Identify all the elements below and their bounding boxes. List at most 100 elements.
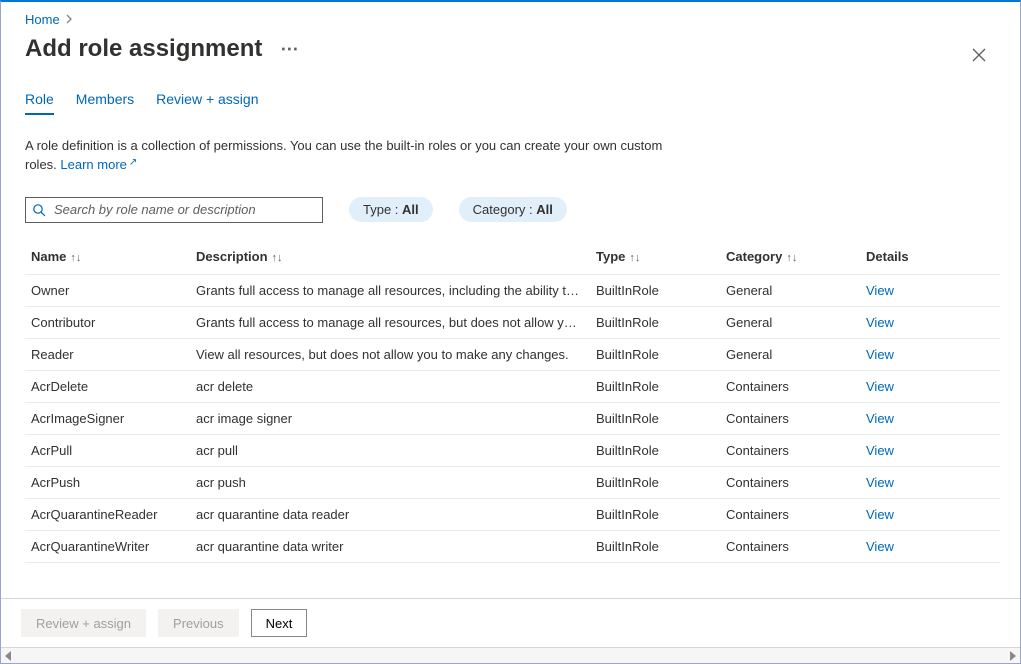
- cell-description: View all resources, but does not allow y…: [190, 338, 590, 370]
- page-header: Add role assignment ⋯: [25, 35, 1000, 63]
- chevron-right-icon: [66, 12, 73, 27]
- view-link[interactable]: View: [866, 507, 894, 522]
- type-filter-pill[interactable]: Type : All: [349, 197, 433, 222]
- cell-description: acr image signer: [190, 402, 590, 434]
- cell-category: Containers: [720, 402, 860, 434]
- cell-category: General: [720, 306, 860, 338]
- view-link[interactable]: View: [866, 443, 894, 458]
- breadcrumb-home[interactable]: Home: [25, 12, 60, 27]
- table-header-row: Name↑↓ Description↑↓ Type↑↓ Category↑↓ D…: [25, 241, 1000, 275]
- tabs: Role Members Review + assign: [25, 91, 1000, 115]
- cell-details: View: [860, 338, 1000, 370]
- horizontal-scrollbar[interactable]: [1, 647, 1020, 663]
- cell-description: acr quarantine data writer: [190, 530, 590, 562]
- column-header-description[interactable]: Description↑↓: [190, 241, 590, 275]
- sort-icon: ↑↓: [786, 252, 797, 264]
- cell-type: BuiltInRole: [590, 338, 720, 370]
- cell-type: BuiltInRole: [590, 530, 720, 562]
- category-filter-value: All: [536, 202, 553, 217]
- type-filter-label: Type :: [363, 202, 402, 217]
- more-icon[interactable]: ⋯: [280, 40, 299, 58]
- search-icon: [32, 203, 46, 217]
- roles-table: Name↑↓ Description↑↓ Type↑↓ Category↑↓ D…: [25, 241, 1000, 563]
- cell-description: acr delete: [190, 370, 590, 402]
- table-row[interactable]: AcrPushacr pushBuiltInRoleContainers View: [25, 466, 1000, 498]
- cell-category: Containers: [720, 466, 860, 498]
- cell-details: View: [860, 306, 1000, 338]
- view-link[interactable]: View: [866, 315, 894, 330]
- cell-type: BuiltInRole: [590, 498, 720, 530]
- cell-details: View: [860, 274, 1000, 306]
- cell-name: AcrDelete: [25, 370, 190, 402]
- close-icon[interactable]: [968, 44, 990, 66]
- cell-description: Grants full access to manage all resourc…: [190, 274, 590, 306]
- app-window: Home Add role assignment ⋯ Role Members Re…: [0, 0, 1021, 664]
- cell-name: AcrQuarantineWriter: [25, 530, 190, 562]
- table-row[interactable]: OwnerGrants full access to manage all re…: [25, 274, 1000, 306]
- sort-icon: ↑↓: [629, 252, 640, 264]
- cell-name: Contributor: [25, 306, 190, 338]
- cell-name: Reader: [25, 338, 190, 370]
- type-filter-value: All: [402, 202, 419, 217]
- column-header-category[interactable]: Category↑↓: [720, 241, 860, 275]
- external-link-icon: ↗: [129, 157, 137, 168]
- table-row[interactable]: AcrPullacr pullBuiltInRoleContainers View: [25, 434, 1000, 466]
- cell-type: BuiltInRole: [590, 434, 720, 466]
- cell-name: AcrPush: [25, 466, 190, 498]
- cell-name: AcrPull: [25, 434, 190, 466]
- table-row[interactable]: AcrDeleteacr deleteBuiltInRoleContainers…: [25, 370, 1000, 402]
- cell-category: Containers: [720, 530, 860, 562]
- view-link[interactable]: View: [866, 347, 894, 362]
- category-filter-label: Category :: [473, 202, 537, 217]
- cell-name: AcrQuarantineReader: [25, 498, 190, 530]
- cell-description: Grants full access to manage all resourc…: [190, 306, 590, 338]
- tab-members[interactable]: Members: [76, 91, 134, 115]
- view-link[interactable]: View: [866, 539, 894, 554]
- cell-details: View: [860, 466, 1000, 498]
- review-assign-button: Review + assign: [21, 609, 146, 637]
- view-link[interactable]: View: [866, 411, 894, 426]
- cell-category: General: [720, 338, 860, 370]
- cell-details: View: [860, 530, 1000, 562]
- cell-name: AcrImageSigner: [25, 402, 190, 434]
- previous-button: Previous: [158, 609, 239, 637]
- next-button[interactable]: Next: [251, 609, 308, 637]
- table-row[interactable]: AcrQuarantineWriteracr quarantine data w…: [25, 530, 1000, 562]
- learn-more-link[interactable]: Learn more↗: [60, 157, 137, 172]
- page-title-text: Add role assignment: [25, 35, 262, 63]
- page-description: A role definition is a collection of per…: [25, 137, 665, 175]
- search-input-wrapper[interactable]: [25, 197, 323, 223]
- table-row[interactable]: ContributorGrants full access to manage …: [25, 306, 1000, 338]
- view-link[interactable]: View: [866, 475, 894, 490]
- table-row[interactable]: AcrQuarantineReaderacr quarantine data r…: [25, 498, 1000, 530]
- tab-role[interactable]: Role: [25, 91, 54, 115]
- cell-type: BuiltInRole: [590, 466, 720, 498]
- page-title: Add role assignment ⋯: [25, 35, 299, 63]
- cell-description: acr pull: [190, 434, 590, 466]
- category-filter-pill[interactable]: Category : All: [459, 197, 567, 222]
- tab-review-assign[interactable]: Review + assign: [156, 91, 258, 115]
- cell-details: View: [860, 402, 1000, 434]
- main-scroll-area[interactable]: Home Add role assignment ⋯ Role Members Re…: [1, 2, 1020, 598]
- cell-details: View: [860, 370, 1000, 402]
- view-link[interactable]: View: [866, 283, 894, 298]
- table-row[interactable]: AcrImageSigneracr image signerBuiltInRol…: [25, 402, 1000, 434]
- cell-category: Containers: [720, 434, 860, 466]
- cell-category: Containers: [720, 370, 860, 402]
- column-header-name[interactable]: Name↑↓: [25, 241, 190, 275]
- cell-type: BuiltInRole: [590, 370, 720, 402]
- sort-icon: ↑↓: [70, 252, 81, 264]
- cell-description: acr push: [190, 466, 590, 498]
- filter-row: Type : All Category : All: [25, 197, 1000, 223]
- cell-description: acr quarantine data reader: [190, 498, 590, 530]
- column-header-type[interactable]: Type↑↓: [590, 241, 720, 275]
- view-link[interactable]: View: [866, 379, 894, 394]
- cell-name: Owner: [25, 274, 190, 306]
- breadcrumb: Home: [25, 12, 1000, 27]
- cell-type: BuiltInRole: [590, 274, 720, 306]
- cell-category: General: [720, 274, 860, 306]
- table-row[interactable]: ReaderView all resources, but does not a…: [25, 338, 1000, 370]
- footer-bar: Review + assign Previous Next: [1, 598, 1020, 647]
- cell-type: BuiltInRole: [590, 306, 720, 338]
- search-input[interactable]: [52, 201, 316, 218]
